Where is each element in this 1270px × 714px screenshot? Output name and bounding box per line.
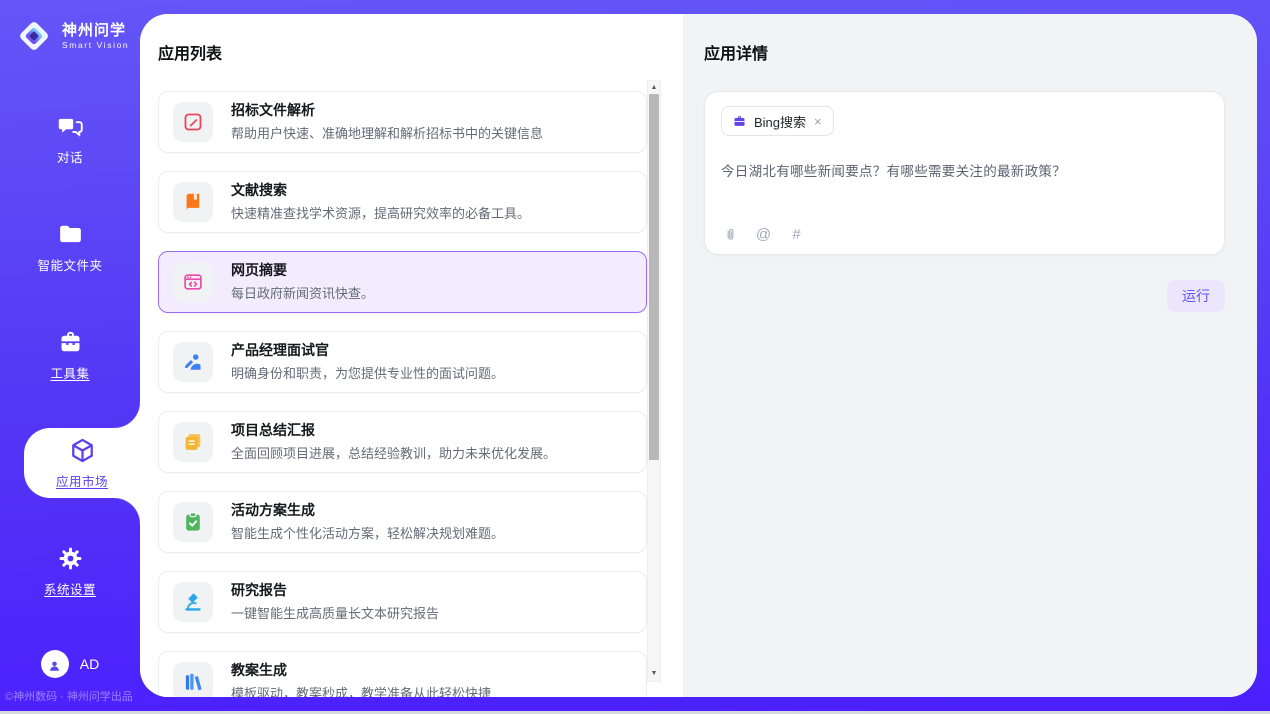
- app-card-title: 研究报告: [231, 582, 439, 600]
- briefcase-icon: [732, 114, 747, 129]
- prompt-input[interactable]: 今日湖北有哪些新闻要点？有哪些需要关注的最新政策？: [721, 160, 1208, 180]
- app-card-description: 明确身份和职责，为您提供专业性的面试问题。: [231, 363, 504, 382]
- scrollbar[interactable]: ▲ ▼: [647, 80, 661, 682]
- app-card-list: 招标文件解析帮助用户快速、准确地理解和解析招标书中的关键信息文献搜索快速精准查找…: [158, 91, 683, 697]
- app-card-2[interactable]: 文献搜索快速精准查找学术资源，提高研究效率的必备工具。: [158, 171, 647, 233]
- sidebar: 神州问学 Smart Vision 对话智能文件夹工具集应用市场系统设置 AD …: [0, 0, 140, 714]
- logo-title: 神州问学: [62, 22, 129, 39]
- paperclip-icon[interactable]: [722, 226, 739, 243]
- app-card-title: 产品经理面试官: [231, 342, 504, 360]
- interviewer-icon: [173, 342, 213, 382]
- folder-icon: [57, 221, 84, 248]
- app-card-3[interactable]: 网页摘要每日政府新闻资讯快查。: [158, 251, 647, 313]
- sidebar-item-label: 系统设置: [44, 579, 96, 598]
- app-card-title: 招标文件解析: [231, 102, 543, 120]
- app-card-description: 智能生成个性化活动方案，轻松解决规划难题。: [231, 523, 504, 542]
- logo-subtitle: Smart Vision: [62, 40, 129, 50]
- at-icon[interactable]: @: [755, 226, 772, 243]
- toolbox-icon: [57, 329, 84, 356]
- books-icon: [173, 662, 213, 697]
- app-card-description: 快速精准查找学术资源，提高研究效率的必备工具。: [231, 203, 530, 222]
- scroll-up-arrow-icon[interactable]: ▲: [648, 82, 660, 94]
- app-card-6[interactable]: 活动方案生成智能生成个性化活动方案，轻松解决规划难题。: [158, 491, 647, 553]
- sidebar-item-label: 应用市场: [56, 471, 108, 490]
- avatar: [41, 650, 69, 678]
- app-card-4[interactable]: 产品经理面试官明确身份和职责，为您提供专业性的面试问题。: [158, 331, 647, 393]
- prompt-card: Bing搜索 × 今日湖北有哪些新闻要点？有哪些需要关注的最新政策？ @ #: [704, 91, 1225, 255]
- main-content: 应用列表 招标文件解析帮助用户快速、准确地理解和解析招标书中的关键信息文献搜索快…: [140, 14, 1257, 697]
- app-logo: 神州问学 Smart Vision: [0, 0, 140, 56]
- app-detail-panel: 应用详情 Bing搜索 × 今日湖北有哪些新闻要点？有哪些需要关注的最新政策？ …: [683, 14, 1257, 697]
- sidebar-item-label: 工具集: [50, 363, 89, 382]
- app-card-description: 帮助用户快速、准确地理解和解析招标书中的关键信息: [231, 123, 543, 142]
- logo-diamond-icon: [14, 16, 54, 56]
- app-card-title: 项目总结汇报: [231, 422, 556, 440]
- gear-icon: [57, 545, 84, 572]
- app-card-title: 文献搜索: [231, 182, 530, 200]
- run-button-row: 运行: [704, 280, 1225, 312]
- book-icon: [173, 182, 213, 222]
- app-card-8[interactable]: 教案生成模板驱动，教案秒成，教学准备从此轻松快捷: [158, 651, 647, 697]
- app-card-7[interactable]: 研究报告一键智能生成高质量长文本研究报告: [158, 571, 647, 633]
- cube-icon: [69, 437, 96, 464]
- sidebar-item-5[interactable]: 系统设置: [0, 538, 140, 604]
- app-card-title: 网页摘要: [231, 262, 374, 280]
- app-card-description: 全面回顾项目进展，总结经验教训，助力未来优化发展。: [231, 443, 556, 462]
- chip-close-icon[interactable]: ×: [813, 115, 823, 128]
- app-card-description: 一键智能生成高质量长文本研究报告: [231, 603, 439, 622]
- app-card-description: 模板驱动，教案秒成，教学准备从此轻松快捷: [231, 683, 491, 697]
- sidebar-item-4[interactable]: 应用市场: [24, 428, 140, 498]
- hash-icon[interactable]: #: [788, 226, 805, 243]
- scrollbar-thumb[interactable]: [649, 94, 659, 460]
- app-card-description: 每日政府新闻资讯快查。: [231, 283, 374, 302]
- scroll-down-arrow-icon[interactable]: ▼: [648, 668, 660, 680]
- app-card-5[interactable]: 项目总结汇报全面回顾项目进展，总结经验教训，助力未来优化发展。: [158, 411, 647, 473]
- app-list-title: 应用列表: [158, 40, 683, 64]
- tool-chip-bing-search[interactable]: Bing搜索 ×: [721, 106, 834, 136]
- copyright-footer: ©神州数码 · 神州问学出品: [5, 688, 133, 704]
- clipboard-check-icon: [173, 502, 213, 542]
- user-initials: AD: [80, 656, 99, 672]
- sidebar-item-label: 对话: [57, 147, 83, 166]
- tool-chip-label: Bing搜索: [754, 112, 806, 131]
- prompt-toolbar: @ #: [722, 226, 805, 243]
- sidebar-item-1[interactable]: 对话: [0, 106, 140, 172]
- chat-icon: [57, 113, 84, 140]
- browser-code-icon: [173, 262, 213, 302]
- app-card-1[interactable]: 招标文件解析帮助用户快速、准确地理解和解析招标书中的关键信息: [158, 91, 647, 153]
- user-account[interactable]: AD: [0, 650, 140, 678]
- microscope-icon: [173, 582, 213, 622]
- sidebar-nav: 对话智能文件夹工具集应用市场系统设置: [0, 106, 140, 604]
- app-card-title: 教案生成: [231, 662, 491, 680]
- person-icon: [47, 657, 62, 672]
- run-button[interactable]: 运行: [1167, 280, 1225, 312]
- app-card-title: 活动方案生成: [231, 502, 504, 520]
- app-list-panel: 应用列表 招标文件解析帮助用户快速、准确地理解和解析招标书中的关键信息文献搜索快…: [140, 14, 683, 697]
- sidebar-item-2[interactable]: 智能文件夹: [0, 214, 140, 280]
- sidebar-item-3[interactable]: 工具集: [0, 322, 140, 388]
- app-detail-title: 应用详情: [704, 40, 1257, 64]
- edit-document-icon: [173, 102, 213, 142]
- notes-icon: [173, 422, 213, 462]
- sidebar-item-label: 智能文件夹: [37, 255, 102, 274]
